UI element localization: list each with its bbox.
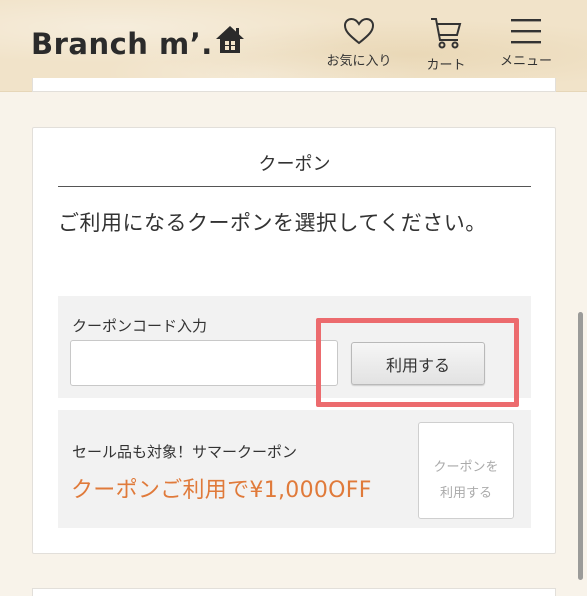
coupon-name: セール品も対象！サマークーポン	[72, 443, 298, 461]
coupon-code-input[interactable]	[70, 340, 338, 386]
nav-menu[interactable]: メニュー	[486, 16, 566, 69]
coupon-offer: クーポンご利用で¥1,000OFF	[71, 478, 372, 503]
heart-icon	[343, 17, 375, 45]
logo-text: Branch m’.	[31, 27, 213, 61]
nav-cart[interactable]: カート	[406, 16, 486, 73]
coupon-section-title: クーポン	[258, 154, 331, 175]
previous-section-card	[32, 78, 556, 92]
use-coupon-button-line2: 利用する	[439, 485, 492, 501]
next-section-card	[32, 588, 556, 596]
nav-menu-label: メニュー	[499, 54, 552, 69]
page: Branch m’. お気に入り カート メニュー クーポン ご利用になるクーポ…	[0, 0, 587, 596]
use-coupon-button[interactable]: クーポンを 利用する	[418, 422, 514, 519]
site-logo[interactable]: Branch m’.	[31, 24, 245, 60]
title-divider	[58, 186, 531, 187]
coupon-code-label: クーポンコード入力	[72, 317, 208, 335]
use-coupon-button-line1: クーポンを	[433, 459, 499, 475]
coupon-code-panel: クーポンコード入力 利用する	[58, 296, 531, 398]
nav-favorites[interactable]: お気に入り	[319, 16, 399, 69]
house-icon	[215, 26, 244, 53]
hamburger-menu-icon	[511, 19, 541, 44]
scrollbar-thumb[interactable]	[578, 312, 583, 580]
nav-cart-label: カート	[426, 58, 466, 73]
available-coupon-item: セール品も対象！サマークーポン クーポンご利用で¥1,000OFF クーポンを …	[58, 410, 531, 528]
cart-icon	[431, 18, 462, 49]
coupon-card: クーポン ご利用になるクーポンを選択してください。 クーポンコード入力 利用する…	[32, 127, 556, 554]
nav-favorites-label: お気に入り	[326, 54, 392, 69]
apply-coupon-code-button[interactable]: 利用する	[351, 342, 485, 385]
coupon-instruction: ご利用になるクーポンを選択してください。	[58, 211, 487, 235]
